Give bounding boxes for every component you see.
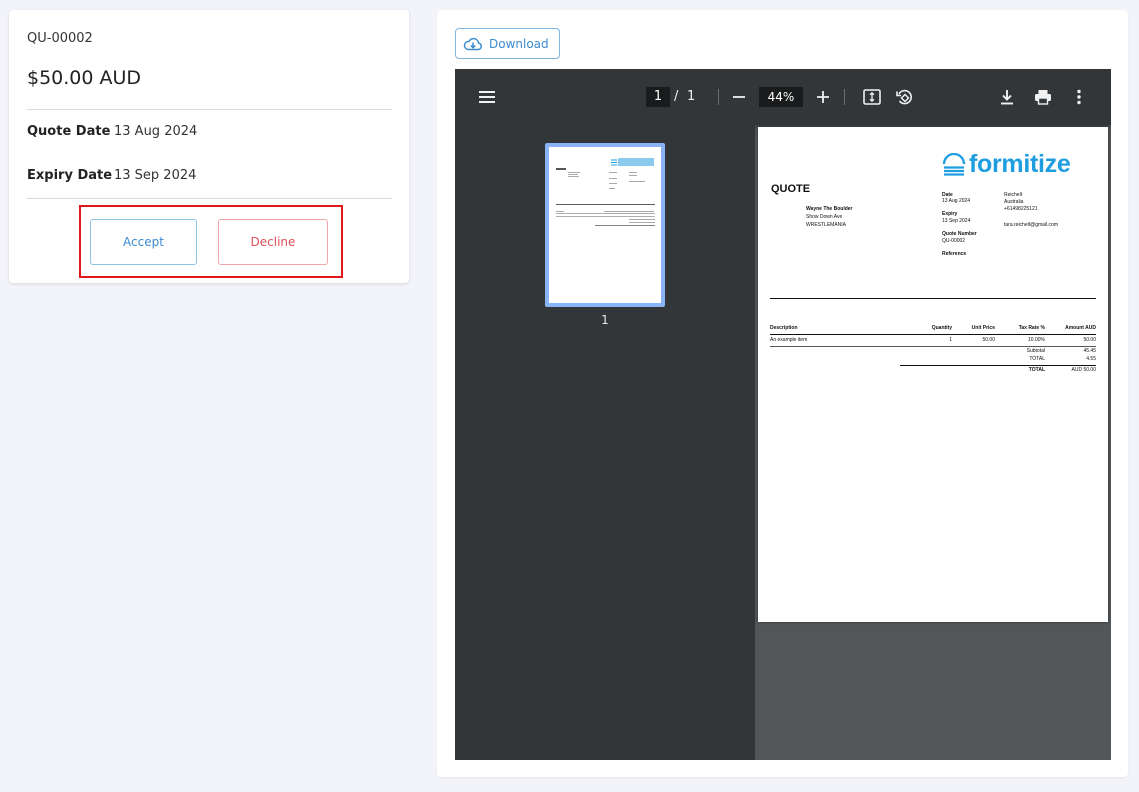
page-total: 1 (687, 89, 696, 104)
column-header: Description (770, 325, 798, 331)
cloud-download-icon (463, 36, 483, 52)
divider (27, 109, 392, 110)
page-thumbnail[interactable] (545, 143, 665, 307)
pdf-toolbar: 1 / 1 44% (455, 69, 1111, 125)
page-number-input[interactable]: 1 (646, 87, 670, 107)
table-cell: 1 (949, 337, 952, 343)
expiry-label: Expiry (942, 211, 958, 217)
company-email: tara.reichelt@gmail.com (1004, 222, 1058, 228)
quote-summary-card: QU-00002 $50.00 AUD Quote Date 13 Aug 20… (9, 10, 409, 283)
toolbar-divider (844, 89, 845, 105)
download-button[interactable]: Download (455, 28, 560, 59)
quote-number-value: QU-00002 (942, 238, 966, 244)
customer-name: Wayne The Boulder (806, 206, 853, 212)
formitize-logo-icon (942, 152, 966, 177)
quote-number: QU-00002 (27, 31, 93, 46)
column-header: Tax Rate % (1018, 325, 1045, 331)
pdf-page: formitize QUOTE Wayne The Boulder Show D… (758, 127, 1108, 622)
table-cell: 50.00 (982, 337, 995, 343)
download-label: Download (489, 36, 549, 51)
total-label: TOTAL (1028, 367, 1045, 373)
quote-date-value: 13 Aug 2024 (114, 124, 198, 139)
plus-icon[interactable] (811, 85, 835, 109)
quote-amount: $50.00 AUD (27, 67, 142, 89)
tax-total-value: 4.55 (1086, 356, 1096, 362)
table-rule (770, 334, 1096, 335)
expiry-date-row: Expiry Date 13 Sep 2024 (27, 168, 196, 183)
subtotal-label: Subtotal (1026, 348, 1045, 354)
divider (27, 198, 392, 199)
company-phone: +61498225121 (1004, 206, 1038, 212)
brand-name: formitize (969, 150, 1071, 178)
subtotal-value: 45.45 (1083, 348, 1096, 354)
page-separator: / (674, 89, 679, 104)
quote-date-row: Quote Date 13 Aug 2024 (27, 124, 197, 139)
document-title: QUOTE (771, 183, 811, 195)
table-cell: 10.00% (1028, 337, 1045, 343)
column-header: Quantity (931, 325, 952, 331)
company-country: Australia (1004, 199, 1024, 205)
total-rule (900, 365, 1096, 366)
quote-number-label: Quote Number (942, 231, 977, 237)
table-rule (770, 346, 1096, 347)
company-name: Reichelt (1004, 192, 1023, 198)
decline-button[interactable]: Decline (218, 219, 328, 265)
fit-to-page-icon[interactable] (860, 85, 884, 109)
document-viewer-panel: Download 1 / 1 44% 1 formitize QUOTE Way… (437, 10, 1128, 777)
minus-icon[interactable] (727, 85, 751, 109)
date-value: 13 Aug 2024 (942, 198, 971, 204)
customer-address-line1: Show Down Ave (806, 214, 843, 220)
download-icon[interactable] (995, 85, 1019, 109)
customer-address-line2: WRESTLEMANIA (806, 222, 847, 228)
toolbar-divider (718, 89, 719, 105)
thumbnail-sidebar: 1 (455, 125, 755, 760)
reference-label: Reference (942, 251, 967, 257)
pdf-viewer: 1 / 1 44% 1 formitize QUOTE Wayne The Bo… (455, 69, 1111, 760)
column-header: Unit Price (971, 325, 995, 331)
rotate-icon[interactable] (892, 85, 916, 109)
hamburger-menu-icon[interactable] (475, 85, 499, 109)
print-icon[interactable] (1031, 85, 1055, 109)
formitize-logo: formitize (942, 150, 1071, 179)
more-vertical-icon[interactable] (1067, 85, 1091, 109)
thumbnail-page-number: 1 (601, 313, 609, 327)
quote-date-label: Quote Date (27, 124, 111, 139)
accept-button[interactable]: Accept (90, 219, 197, 265)
zoom-input[interactable]: 44% (759, 87, 803, 107)
expiry-date-label: Expiry Date (27, 168, 113, 183)
expiry-date-value: 13 Sep 2024 (114, 168, 197, 183)
header-rule (770, 298, 1096, 299)
tax-total-label: TOTAL (1029, 356, 1045, 362)
column-header: Amount AUD (1065, 325, 1096, 331)
expiry-value: 13 Sep 2024 (942, 218, 971, 224)
table-cell: An example item (770, 337, 808, 343)
total-value: AUD 50.00 (1071, 367, 1096, 373)
table-cell: 50.00 (1083, 337, 1096, 343)
